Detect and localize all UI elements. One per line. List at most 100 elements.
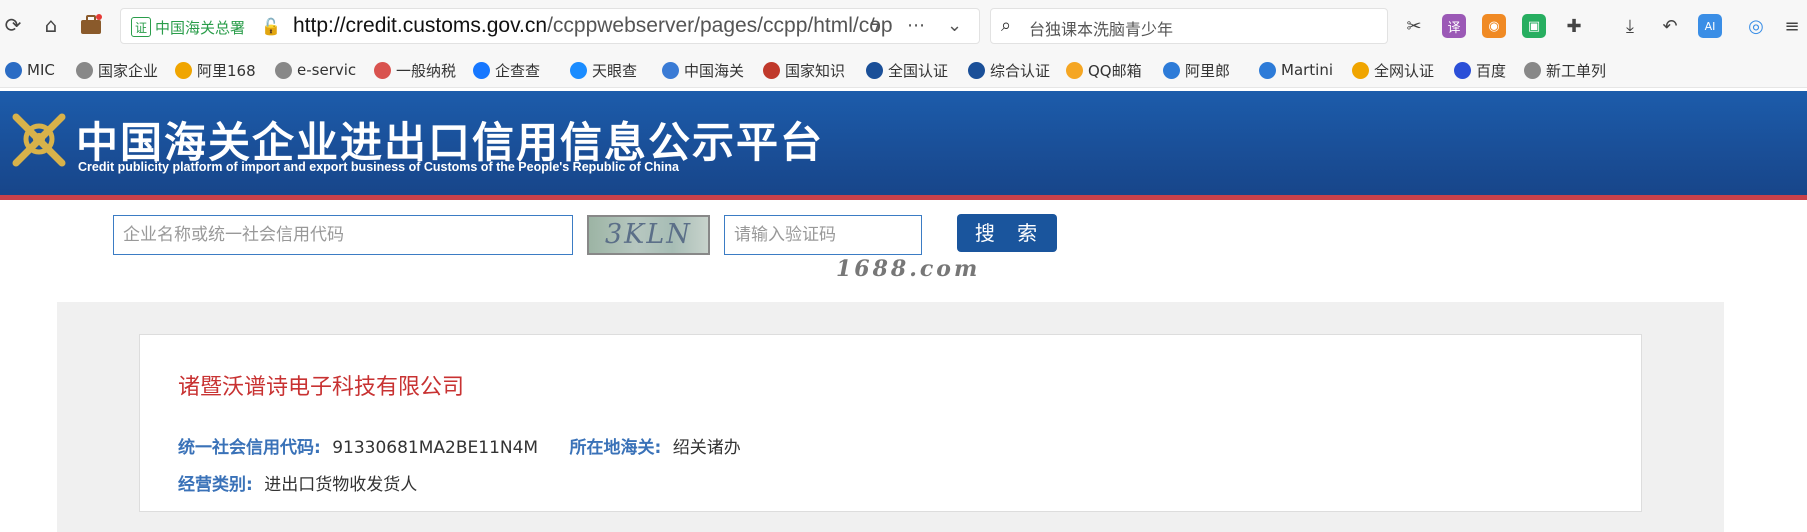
bookmark-item[interactable]: 全网认证 [1352, 59, 1434, 81]
bookmark-item[interactable]: 国家企业 [76, 59, 158, 81]
browser-toolbar: ⟳ ⌂ 证 中国海关总署 🔓 http://credit.customs.gov… [0, 0, 1807, 53]
captcha-text: 3KLN [605, 219, 692, 250]
download-icon[interactable]: ⤓ [1618, 14, 1642, 38]
bookmarks-bar: MIC 国家企业 阿里168 e-servic 一般纳税 企查查 天眼查 中国海关 国家知识 全国… [0, 53, 1807, 88]
site-header: 中国海关企业进出口信用信息公示平台 Credit publicity platf… [0, 91, 1807, 197]
site-identity-label: 中国海关总署 [155, 18, 246, 37]
briefcase-icon[interactable] [78, 12, 104, 38]
bookmark-favicon-icon [1259, 61, 1276, 79]
bookmark-label: 全网认证 [1374, 61, 1435, 80]
bookmark-item[interactable]: 阿里168 [175, 59, 256, 81]
bookmark-favicon-icon [5, 61, 22, 79]
bookmark-favicon-icon [662, 61, 679, 79]
search-icon: ⌕ [1001, 15, 1012, 36]
bookmark-item[interactable]: MIC [5, 59, 55, 81]
browser-search-box[interactable]: ⌕ 台独课本洗脑青少年 [990, 8, 1388, 44]
url-text[interactable]: http://credit.customs.gov.cn/ccppwebserv… [293, 14, 893, 38]
credit-code-label: 统一社会信用代码: [178, 438, 321, 458]
bookmark-label: 国家企业 [98, 61, 159, 80]
address-bar[interactable]: 证 中国海关总署 🔓 http://credit.customs.gov.cn/… [120, 8, 980, 44]
home-icon[interactable]: ⌂ [38, 12, 64, 38]
bookmark-item[interactable]: 新工单列 [1524, 59, 1606, 81]
bookmark-label: 阿里168 [197, 61, 256, 80]
bookmark-favicon-icon [1066, 61, 1083, 79]
bookmark-label: Martini [1281, 61, 1334, 79]
bookmark-label: 全国认证 [888, 61, 949, 80]
bookmark-label: QQ邮箱 [1088, 61, 1142, 80]
menu-icon[interactable]: ≡ [1780, 14, 1804, 38]
url-path: /ccppwebserver/pages/ccpp/html/copl [547, 14, 893, 37]
puzzle-icon[interactable]: ✚ [1562, 14, 1586, 38]
lightning-icon[interactable]: ϟ [869, 15, 881, 36]
bookmark-item[interactable]: e-servic [275, 59, 356, 81]
bookmark-label: 百度 [1476, 61, 1507, 80]
bookmark-item[interactable]: 一般纳税 [374, 59, 456, 81]
credit-code-row: 统一社会信用代码: 91330681MA2BE11N4M 所在地海关: 绍关诸办 [178, 433, 741, 458]
company-search-input[interactable]: 企业名称或统一社会信用代码 [113, 215, 573, 255]
bookmark-item[interactable]: 全国认证 [866, 59, 948, 81]
certificate-icon: 证 [131, 17, 151, 37]
bookmark-item[interactable]: QQ邮箱 [1066, 59, 1142, 81]
bookmark-favicon-icon [175, 61, 192, 79]
bookmark-item[interactable]: Martini [1259, 59, 1333, 81]
bookmark-label: 阿里郎 [1185, 61, 1231, 80]
bookmark-favicon-icon [866, 61, 883, 79]
bookmark-favicon-icon [1524, 61, 1541, 79]
ai-icon[interactable]: AI [1698, 14, 1722, 38]
customs-emblem-icon [12, 113, 66, 167]
scissors-icon[interactable]: ✂ [1402, 14, 1426, 38]
watermark: 1688.com [836, 256, 981, 282]
bookmark-label: MIC [27, 61, 55, 79]
more-icon[interactable]: ⋯ [907, 15, 925, 36]
bookmark-label: 天眼查 [592, 61, 638, 80]
business-type-label: 经营类别: [178, 475, 253, 495]
business-type-row: 经营类别: 进出口货物收发货人 [178, 470, 417, 495]
credit-code-value: 91330681MA2BE11N4M [332, 438, 539, 458]
bookmark-favicon-icon [1163, 61, 1180, 79]
header-divider [0, 195, 1807, 200]
reload-icon[interactable]: ⟳ [0, 12, 26, 38]
url-domain: http://credit.customs.gov.cn [293, 14, 548, 37]
bookmark-favicon-icon [763, 61, 780, 79]
gamepad-icon[interactable]: ◉ [1482, 14, 1506, 38]
bookmark-favicon-icon [570, 61, 587, 79]
bookmark-item[interactable]: 百度 [1454, 59, 1506, 81]
browser-logo-icon[interactable]: ◎ [1744, 14, 1768, 38]
bookmark-favicon-icon [968, 61, 985, 79]
bookmark-item[interactable]: 阿里郎 [1163, 59, 1230, 81]
bookmark-favicon-icon [374, 61, 391, 79]
bookmark-item[interactable]: 国家知识 [763, 59, 845, 81]
site-subtitle: Credit publicity platform of import and … [78, 160, 679, 174]
customs-label: 所在地海关: [569, 438, 662, 458]
undo-icon[interactable]: ↶ [1658, 14, 1682, 38]
business-type-value: 进出口货物收发货人 [264, 475, 418, 495]
bookmark-favicon-icon [473, 61, 490, 79]
company-name-link[interactable]: 诸暨沃谱诗电子科技有限公司 [178, 369, 464, 401]
search-text: 台独课本洗脑青少年 [1029, 20, 1174, 39]
bookmark-favicon-icon [76, 61, 93, 79]
captcha-input[interactable]: 请输入验证码 [724, 215, 922, 255]
search-button[interactable]: 搜 索 [957, 214, 1057, 252]
book-icon[interactable]: ▣ [1522, 14, 1546, 38]
bookmark-label: e-servic [297, 61, 357, 79]
insecure-lock-icon[interactable]: 🔓 [261, 17, 281, 36]
bookmark-item[interactable]: 天眼查 [570, 59, 637, 81]
bookmark-label: 中国海关 [684, 61, 745, 80]
bookmark-item[interactable]: 综合认证 [968, 59, 1050, 81]
result-card: 诸暨沃谱诗电子科技有限公司 统一社会信用代码: 91330681MA2BE11N… [139, 334, 1642, 512]
bookmark-favicon-icon [275, 61, 292, 79]
chevron-down-icon[interactable]: ⌄ [947, 15, 962, 36]
bookmark-favicon-icon [1454, 61, 1471, 79]
customs-value: 绍关诸办 [672, 438, 741, 458]
bookmark-item[interactable]: 中国海关 [662, 59, 744, 81]
site-identity-badge[interactable]: 证 中国海关总署 [131, 15, 245, 39]
bookmark-label: 综合认证 [990, 61, 1051, 80]
bookmark-label: 一般纳税 [396, 61, 457, 80]
bookmark-label: 企查查 [495, 61, 541, 80]
translate-icon[interactable]: 译 [1442, 14, 1466, 38]
bookmark-label: 国家知识 [785, 61, 846, 80]
bookmark-label: 新工单列 [1546, 61, 1607, 80]
captcha-image[interactable]: 3KLN [587, 215, 710, 255]
bookmark-favicon-icon [1352, 61, 1369, 79]
bookmark-item[interactable]: 企查查 [473, 59, 540, 81]
